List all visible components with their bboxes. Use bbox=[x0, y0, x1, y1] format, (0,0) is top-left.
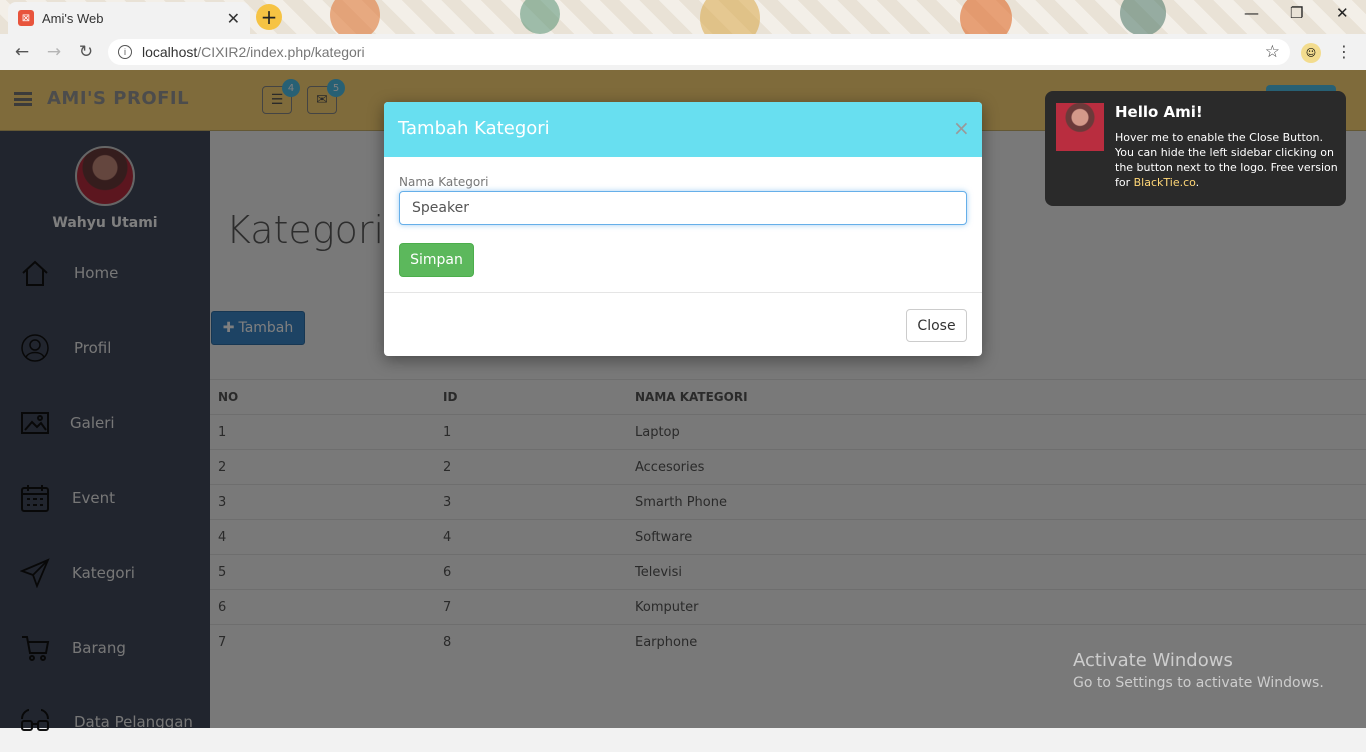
category-name-input[interactable] bbox=[399, 191, 967, 225]
close-button[interactable]: Close bbox=[906, 309, 967, 342]
browser-menu-icon[interactable]: ⋮ bbox=[1336, 42, 1352, 61]
watermark-line2: Go to Settings to activate Windows. bbox=[1073, 675, 1324, 691]
notification-avatar bbox=[1056, 103, 1104, 151]
notification-title: Hello Ami! bbox=[1115, 103, 1203, 121]
browser-tab[interactable]: ⊠ Ami's Web ✕ bbox=[8, 2, 250, 34]
minimize-icon[interactable]: — bbox=[1244, 4, 1259, 22]
browser-toolbar: ← → ↻ i localhost/CIXIR2/index.php/kateg… bbox=[0, 34, 1366, 70]
profile-icon[interactable]: ☺ bbox=[1301, 43, 1321, 63]
modal-title: Tambah Kategori bbox=[398, 118, 550, 139]
blacktie-link[interactable]: BlackTie.co bbox=[1134, 176, 1196, 189]
modal-header: Tambah Kategori × bbox=[384, 102, 982, 157]
info-icon[interactable]: i bbox=[118, 45, 132, 59]
favicon-icon: ⊠ bbox=[18, 10, 34, 26]
browser-tab-strip: ⊠ Ami's Web ✕ + — ❐ ✕ bbox=[0, 0, 1366, 34]
notification-body: Hover me to enable the Close Button. You… bbox=[1115, 131, 1338, 189]
forward-icon[interactable]: → bbox=[38, 42, 70, 62]
address-bar[interactable]: i localhost/CIXIR2/index.php/kategori ☆ bbox=[108, 39, 1290, 65]
new-tab-button[interactable]: + bbox=[256, 4, 282, 30]
reload-icon[interactable]: ↻ bbox=[70, 42, 102, 62]
url-text[interactable]: localhost/CIXIR2/index.php/kategori bbox=[142, 44, 1255, 60]
modal-footer: Close bbox=[384, 292, 982, 356]
add-category-modal: Tambah Kategori × Nama Kategori Simpan C… bbox=[384, 102, 982, 356]
back-icon[interactable]: ← bbox=[6, 42, 38, 62]
window-close-icon[interactable]: ✕ bbox=[1336, 4, 1349, 22]
windows-activation-watermark: Activate Windows Go to Settings to activ… bbox=[1073, 650, 1324, 691]
category-name-label: Nama Kategori bbox=[399, 175, 489, 189]
watermark-line1: Activate Windows bbox=[1073, 650, 1233, 671]
maximize-icon[interactable]: ❐ bbox=[1290, 4, 1303, 22]
tab-title: Ami's Web bbox=[42, 10, 104, 26]
tab-close-icon[interactable]: ✕ bbox=[227, 9, 240, 28]
app-page: AMI'S PROFIL ☰ 4 ✉ 5 Logout Wahyu Utami … bbox=[0, 70, 1366, 731]
notification-popup[interactable]: Hello Ami! Hover me to enable the Close … bbox=[1045, 91, 1346, 206]
save-button[interactable]: Simpan bbox=[399, 243, 474, 277]
modal-close-icon[interactable]: × bbox=[953, 116, 970, 140]
bookmark-star-icon[interactable]: ☆ bbox=[1265, 42, 1280, 62]
